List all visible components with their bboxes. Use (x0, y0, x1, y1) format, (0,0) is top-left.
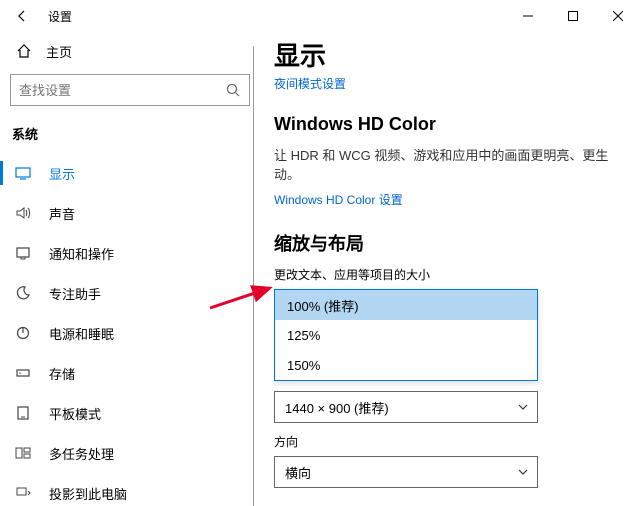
orientation-combo[interactable]: 横向 (274, 456, 538, 488)
nav-multitasking[interactable]: 多任务处理 (0, 433, 260, 473)
chevron-down-icon (517, 401, 529, 413)
nav-label: 通知和操作 (49, 244, 114, 263)
night-light-link[interactable]: 夜间模式设置 (274, 75, 616, 92)
sidebar-section-title: 系统 (0, 116, 260, 153)
search-icon (225, 82, 241, 98)
content-area: 显示 夜间模式设置 Windows HD Color 让 HDR 和 WCG 视… (274, 36, 640, 506)
scale-option-100[interactable]: 100% (推荐) (275, 290, 537, 320)
resolution-combo[interactable]: 1440 × 900 (推荐) (274, 391, 538, 423)
nav-label: 平板模式 (49, 404, 101, 423)
tablet-icon (15, 405, 31, 421)
back-button[interactable] (12, 6, 32, 26)
nav-label: 显示 (49, 164, 75, 183)
nav-sound[interactable]: 声音 (0, 193, 260, 233)
notify-icon (15, 245, 31, 261)
title-bar: 设置 (0, 0, 640, 32)
search-box[interactable] (10, 74, 250, 106)
sound-icon (15, 205, 31, 221)
nav-label: 专注助手 (49, 284, 101, 303)
page-title: 显示 (274, 36, 616, 73)
nav-display[interactable]: 显示 (0, 153, 260, 193)
scale-label: 更改文本、应用等项目的大小 (274, 266, 616, 283)
hd-color-link[interactable]: Windows HD Color 设置 (274, 191, 616, 208)
storage-icon (15, 365, 31, 381)
display-icon (15, 165, 31, 181)
scale-dropdown-open[interactable]: 100% (推荐) 125% 150% (274, 289, 538, 381)
nav-notifications[interactable]: 通知和操作 (0, 233, 260, 273)
hd-color-desc: 让 HDR 和 WCG 视频、游戏和应用中的画面更明亮、更生动。 (274, 145, 616, 183)
search-input[interactable] (19, 83, 225, 98)
nav-tablet-mode[interactable]: 平板模式 (0, 393, 260, 433)
orientation-label: 方向 (274, 433, 616, 450)
nav-label: 电源和睡眠 (49, 324, 114, 343)
focus-icon (15, 285, 31, 301)
window-controls (505, 1, 640, 31)
scale-option-150[interactable]: 150% (275, 350, 537, 380)
nav-label: 投影到此电脑 (49, 484, 127, 503)
orientation-value: 横向 (285, 463, 311, 482)
home-nav[interactable]: 主页 (0, 32, 260, 70)
nav-project[interactable]: 投影到此电脑 (0, 473, 260, 506)
home-icon (16, 43, 32, 59)
power-icon (15, 325, 31, 341)
nav-power-sleep[interactable]: 电源和睡眠 (0, 313, 260, 353)
resolution-value: 1440 × 900 (推荐) (285, 398, 389, 417)
multitask-icon (15, 445, 31, 461)
project-icon (15, 485, 31, 501)
nav-label: 存储 (49, 364, 75, 383)
vertical-divider (253, 46, 254, 506)
chevron-down-icon (517, 466, 529, 478)
maximize-button[interactable] (550, 1, 595, 31)
minimize-button[interactable] (505, 1, 550, 31)
scale-option-125[interactable]: 125% (275, 320, 537, 350)
window-title: 设置 (48, 8, 72, 25)
sidebar: 主页 系统 显示 声音 通知和操作 专注助手 电源和睡眠 (0, 32, 260, 506)
nav-label: 多任务处理 (49, 444, 114, 463)
close-button[interactable] (595, 1, 640, 31)
nav-label: 声音 (49, 204, 75, 223)
hd-color-heading: Windows HD Color (274, 114, 616, 135)
nav-focus-assist[interactable]: 专注助手 (0, 273, 260, 313)
nav-storage[interactable]: 存储 (0, 353, 260, 393)
scale-layout-heading: 缩放与布局 (274, 230, 616, 256)
home-label: 主页 (46, 42, 72, 61)
